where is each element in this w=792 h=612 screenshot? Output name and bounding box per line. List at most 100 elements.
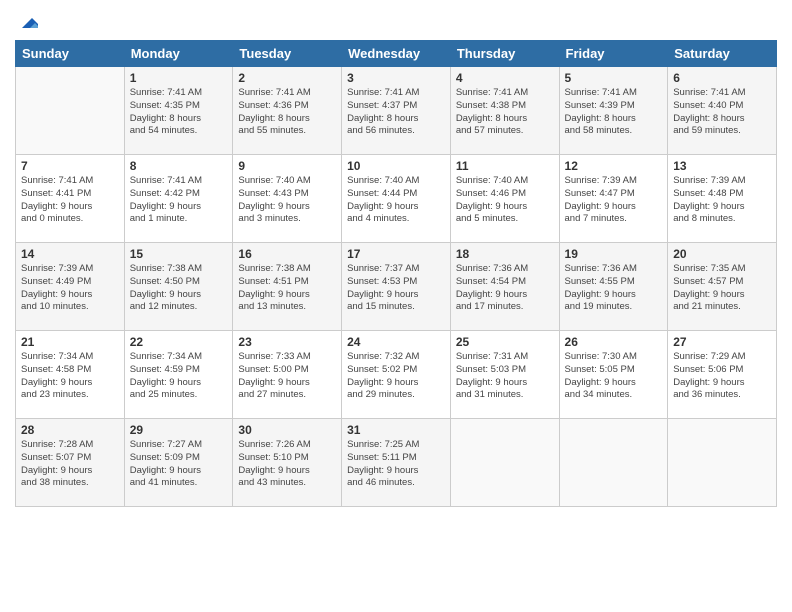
day-number: 17 <box>347 247 445 261</box>
day-number: 12 <box>565 159 663 173</box>
cell-content: Sunrise: 7:36 AMSunset: 4:54 PMDaylight:… <box>456 263 554 314</box>
cell-content: Sunrise: 7:35 AMSunset: 4:57 PMDaylight:… <box>673 263 771 314</box>
cell-content: Sunrise: 7:34 AMSunset: 4:59 PMDaylight:… <box>130 351 228 402</box>
cell-content: Sunrise: 7:39 AMSunset: 4:48 PMDaylight:… <box>673 175 771 226</box>
cell-content: Sunrise: 7:40 AMSunset: 4:44 PMDaylight:… <box>347 175 445 226</box>
calendar-cell: 10 Sunrise: 7:40 AMSunset: 4:44 PMDayligh… <box>342 155 451 243</box>
day-number: 16 <box>238 247 336 261</box>
calendar-cell: 7Sunrise: 7:41 AMSunset: 4:41 PMDaylight… <box>16 155 125 243</box>
cell-content: Sunrise: 7:41 AMSunset: 4:35 PMDaylight:… <box>130 87 228 138</box>
cell-content: Sunrise: 7:41 AMSunset: 4:39 PMDaylight:… <box>565 87 663 138</box>
week-row: 21 Sunrise: 7:34 AMSunset: 4:58 PMDayligh… <box>16 331 777 419</box>
header-day: Monday <box>124 41 233 67</box>
day-number: 20 <box>673 247 771 261</box>
day-number: 3 <box>347 71 445 85</box>
cell-content: Sunrise: 7:27 AMSunset: 5:09 PMDaylight:… <box>130 439 228 490</box>
cell-content: Sunrise: 7:39 AMSunset: 4:47 PMDaylight:… <box>565 175 663 226</box>
cell-content: Sunrise: 7:41 AMSunset: 4:38 PMDaylight:… <box>456 87 554 138</box>
header-row: SundayMondayTuesdayWednesdayThursdayFrid… <box>16 41 777 67</box>
day-number: 1 <box>130 71 228 85</box>
cell-content: Sunrise: 7:39 AMSunset: 4:49 PMDaylight:… <box>21 263 119 314</box>
calendar-cell: 29Sunrise: 7:27 AMSunset: 5:09 PMDayligh… <box>124 419 233 507</box>
calendar-cell: 27Sunrise: 7:29 AMSunset: 5:06 PMDayligh… <box>668 331 777 419</box>
day-number: 25 <box>456 335 554 349</box>
logo-text <box>15 10 39 32</box>
cell-content: Sunrise: 7:40 AMSunset: 4:43 PMDaylight:… <box>238 175 336 226</box>
calendar-cell: 24 Sunrise: 7:32 AMSunset: 5:02 PMDayligh… <box>342 331 451 419</box>
cell-content: Sunrise: 7:40 AMSunset: 4:46 PMDaylight:… <box>456 175 554 226</box>
header-day: Thursday <box>450 41 559 67</box>
calendar-table: SundayMondayTuesdayWednesdayThursdayFrid… <box>15 40 777 507</box>
calendar-cell: 8 Sunrise: 7:41 AMSunset: 4:42 PMDaylight… <box>124 155 233 243</box>
calendar-cell: 5 Sunrise: 7:41 AMSunset: 4:39 PMDaylight… <box>559 67 668 155</box>
week-row: 14 Sunrise: 7:39 AMSunset: 4:49 PMDayligh… <box>16 243 777 331</box>
cell-content: Sunrise: 7:36 AMSunset: 4:55 PMDaylight:… <box>565 263 663 314</box>
calendar-cell: 4 Sunrise: 7:41 AMSunset: 4:38 PMDaylight… <box>450 67 559 155</box>
calendar-cell: 20 Sunrise: 7:35 AMSunset: 4:57 PMDayligh… <box>668 243 777 331</box>
calendar-cell: 25 Sunrise: 7:31 AMSunset: 5:03 PMDayligh… <box>450 331 559 419</box>
cell-content: Sunrise: 7:33 AMSunset: 5:00 PMDaylight:… <box>238 351 336 402</box>
calendar-cell: 30 Sunrise: 7:26 AMSunset: 5:10 PMDayligh… <box>233 419 342 507</box>
day-number: 26 <box>565 335 663 349</box>
calendar-cell: 9 Sunrise: 7:40 AMSunset: 4:43 PMDaylight… <box>233 155 342 243</box>
calendar-cell: 1 Sunrise: 7:41 AMSunset: 4:35 PMDaylight… <box>124 67 233 155</box>
cell-content: Sunrise: 7:32 AMSunset: 5:02 PMDaylight:… <box>347 351 445 402</box>
day-number: 22 <box>130 335 228 349</box>
week-row: 7Sunrise: 7:41 AMSunset: 4:41 PMDaylight… <box>16 155 777 243</box>
day-number: 15 <box>130 247 228 261</box>
week-row: 28Sunrise: 7:28 AMSunset: 5:07 PMDayligh… <box>16 419 777 507</box>
page: SundayMondayTuesdayWednesdayThursdayFrid… <box>0 0 792 612</box>
calendar-cell: 18 Sunrise: 7:36 AMSunset: 4:54 PMDayligh… <box>450 243 559 331</box>
day-number: 4 <box>456 71 554 85</box>
calendar-cell: 13 Sunrise: 7:39 AMSunset: 4:48 PMDayligh… <box>668 155 777 243</box>
cell-content: Sunrise: 7:38 AMSunset: 4:50 PMDaylight:… <box>130 263 228 314</box>
day-number: 23 <box>238 335 336 349</box>
calendar-cell: 14 Sunrise: 7:39 AMSunset: 4:49 PMDayligh… <box>16 243 125 331</box>
calendar-cell: 17 Sunrise: 7:37 AMSunset: 4:53 PMDayligh… <box>342 243 451 331</box>
cell-content: Sunrise: 7:41 AMSunset: 4:41 PMDaylight:… <box>21 175 119 226</box>
calendar-cell <box>559 419 668 507</box>
calendar-cell: 19 Sunrise: 7:36 AMSunset: 4:55 PMDayligh… <box>559 243 668 331</box>
week-row: 1 Sunrise: 7:41 AMSunset: 4:35 PMDaylight… <box>16 67 777 155</box>
calendar-cell: 12 Sunrise: 7:39 AMSunset: 4:47 PMDayligh… <box>559 155 668 243</box>
day-number: 28 <box>21 423 119 437</box>
day-number: 21 <box>21 335 119 349</box>
calendar-cell: 11 Sunrise: 7:40 AMSunset: 4:46 PMDayligh… <box>450 155 559 243</box>
cell-content: Sunrise: 7:41 AMSunset: 4:42 PMDaylight:… <box>130 175 228 226</box>
day-number: 9 <box>238 159 336 173</box>
calendar-cell <box>16 67 125 155</box>
day-number: 14 <box>21 247 119 261</box>
header-day: Sunday <box>16 41 125 67</box>
calendar-cell: 2Sunrise: 7:41 AMSunset: 4:36 PMDaylight… <box>233 67 342 155</box>
cell-content: Sunrise: 7:30 AMSunset: 5:05 PMDaylight:… <box>565 351 663 402</box>
day-number: 30 <box>238 423 336 437</box>
day-number: 2 <box>238 71 336 85</box>
day-number: 5 <box>565 71 663 85</box>
day-number: 10 <box>347 159 445 173</box>
day-number: 24 <box>347 335 445 349</box>
cell-content: Sunrise: 7:41 AMSunset: 4:40 PMDaylight:… <box>673 87 771 138</box>
header-day: Wednesday <box>342 41 451 67</box>
day-number: 6 <box>673 71 771 85</box>
cell-content: Sunrise: 7:34 AMSunset: 4:58 PMDaylight:… <box>21 351 119 402</box>
calendar-cell <box>668 419 777 507</box>
calendar-cell: 28Sunrise: 7:28 AMSunset: 5:07 PMDayligh… <box>16 419 125 507</box>
calendar-cell: 22 Sunrise: 7:34 AMSunset: 4:59 PMDayligh… <box>124 331 233 419</box>
cell-content: Sunrise: 7:31 AMSunset: 5:03 PMDaylight:… <box>456 351 554 402</box>
cell-content: Sunrise: 7:26 AMSunset: 5:10 PMDaylight:… <box>238 439 336 490</box>
header-day: Tuesday <box>233 41 342 67</box>
day-number: 19 <box>565 247 663 261</box>
day-number: 13 <box>673 159 771 173</box>
cell-content: Sunrise: 7:38 AMSunset: 4:51 PMDaylight:… <box>238 263 336 314</box>
day-number: 18 <box>456 247 554 261</box>
cell-content: Sunrise: 7:41 AMSunset: 4:37 PMDaylight:… <box>347 87 445 138</box>
logo-icon <box>16 10 38 32</box>
header-day: Saturday <box>668 41 777 67</box>
calendar-cell: 26 Sunrise: 7:30 AMSunset: 5:05 PMDayligh… <box>559 331 668 419</box>
cell-content: Sunrise: 7:37 AMSunset: 4:53 PMDaylight:… <box>347 263 445 314</box>
header <box>15 10 777 32</box>
day-number: 8 <box>130 159 228 173</box>
header-day: Friday <box>559 41 668 67</box>
day-number: 11 <box>456 159 554 173</box>
calendar-cell: 31Sunrise: 7:25 AMSunset: 5:11 PMDayligh… <box>342 419 451 507</box>
